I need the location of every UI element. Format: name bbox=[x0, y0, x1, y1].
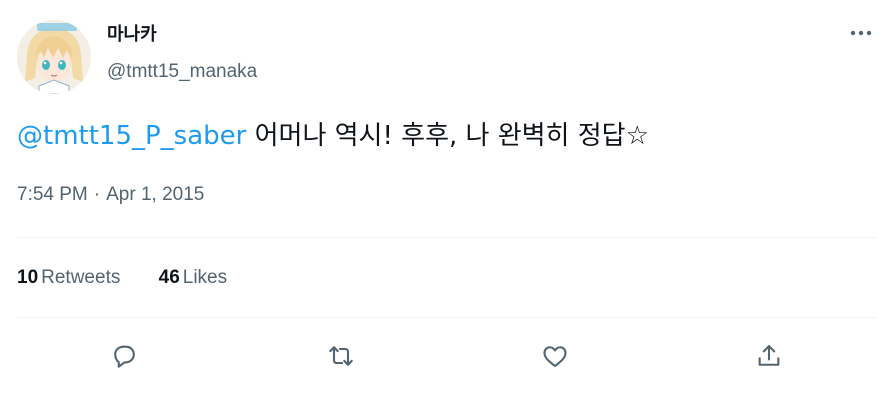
meta-separator: · bbox=[93, 184, 101, 205]
retweet-button[interactable] bbox=[321, 336, 361, 376]
share-icon bbox=[758, 345, 780, 366]
tweet: 마나카 @tmtt15_manaka @tmtt15_P_saber 어머나 역… bbox=[0, 0, 894, 409]
likes-stat[interactable]: 46 Likes bbox=[159, 266, 228, 290]
tweet-meta: 7:54 PM · Apr 1, 2015 bbox=[17, 183, 204, 207]
likes-count: 46 bbox=[158, 267, 180, 288]
tweet-text: @tmtt15_P_saber 어머나 역시! 후후, 나 완벽히 정답☆ bbox=[17, 116, 649, 156]
tweet-actions bbox=[0, 336, 894, 376]
retweets-stat[interactable]: 10 Retweets bbox=[17, 266, 120, 290]
tweet-date[interactable]: Apr 1, 2015 bbox=[106, 184, 204, 205]
tweet-time[interactable]: 7:54 PM bbox=[17, 184, 88, 205]
display-name[interactable]: 마나카 bbox=[107, 24, 157, 46]
divider bbox=[17, 317, 877, 318]
like-button[interactable] bbox=[535, 336, 575, 376]
retweet-icon bbox=[329, 346, 353, 366]
user-handle[interactable]: @tmtt15_manaka bbox=[107, 60, 257, 84]
avatar-image bbox=[17, 20, 91, 94]
reply-icon bbox=[114, 345, 135, 368]
mention-link[interactable]: @tmtt15_P_saber bbox=[17, 121, 246, 151]
more-options-button[interactable] bbox=[842, 18, 880, 48]
likes-label: Likes bbox=[182, 267, 228, 288]
retweets-label: Retweets bbox=[41, 267, 121, 288]
retweets-count: 10 bbox=[17, 267, 39, 288]
tweet-stats: 10 Retweets 46 Likes bbox=[17, 266, 260, 290]
avatar[interactable] bbox=[17, 20, 91, 94]
like-icon bbox=[543, 346, 567, 367]
more-options-icon bbox=[850, 30, 872, 36]
tweet-body: 어머나 역시! 후후, 나 완벽히 정답☆ bbox=[246, 121, 649, 151]
divider bbox=[17, 237, 877, 238]
share-button[interactable] bbox=[749, 336, 789, 376]
reply-button[interactable] bbox=[104, 336, 144, 376]
